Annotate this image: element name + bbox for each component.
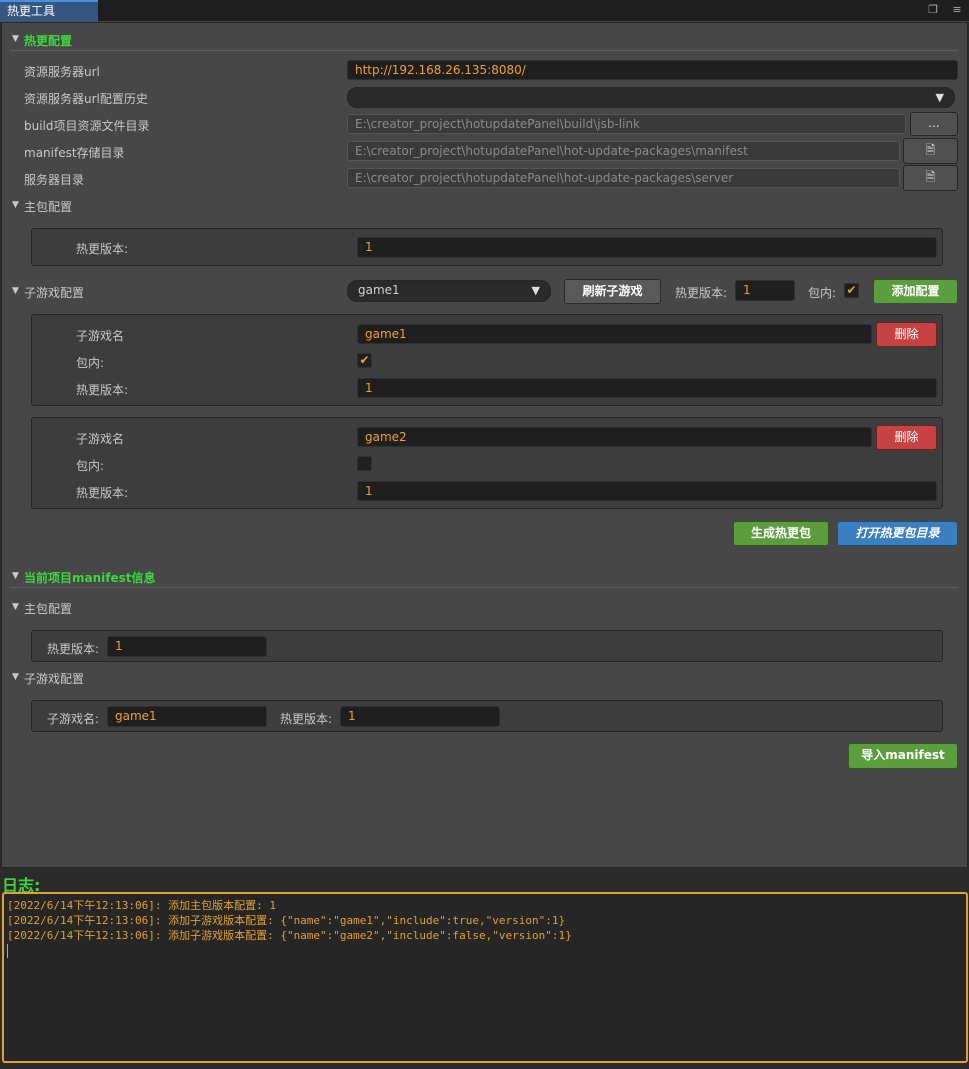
label-server-url: 资源服务器url bbox=[24, 65, 100, 79]
manifest-main-version-label: 热更版本: bbox=[47, 642, 100, 656]
subgame-name-label: 子游戏名 bbox=[76, 432, 125, 446]
delete-button[interactable]: 删除 bbox=[876, 425, 937, 450]
build-dir-input[interactable]: E:\creator_project\hotupdatePanel\build\… bbox=[347, 114, 906, 134]
subgame-name-input[interactable]: game2 bbox=[357, 427, 872, 447]
version-label: 热更版本: bbox=[76, 383, 129, 397]
collapse-arrow-icon[interactable]: ▼ bbox=[12, 34, 19, 44]
subgame-include-label: 包内: bbox=[808, 286, 837, 300]
delete-button[interactable]: 删除 bbox=[876, 322, 937, 347]
version-input[interactable]: 1 bbox=[357, 481, 937, 501]
section-title-hot-config[interactable]: 热更配置 bbox=[24, 32, 72, 49]
browse-button[interactable]: ... bbox=[910, 112, 958, 136]
import-manifest-button[interactable]: 导入manifest bbox=[848, 743, 958, 769]
manifest-main-package-title[interactable]: 主包配置 bbox=[24, 600, 72, 617]
subgame-version-label: 热更版本: bbox=[675, 286, 728, 300]
divider bbox=[10, 587, 958, 588]
dropdown-arrow-icon: ▼ bbox=[531, 284, 540, 297]
main-package-title[interactable]: 主包配置 bbox=[24, 198, 72, 215]
manifest-dir-input[interactable]: E:\creator_project\hotupdatePanel\hot-up… bbox=[347, 141, 900, 161]
generate-package-button[interactable]: 生成热更包 bbox=[733, 521, 829, 546]
collapse-arrow-icon[interactable]: ▼ bbox=[12, 602, 19, 612]
collapse-arrow-icon[interactable]: ▼ bbox=[12, 672, 19, 682]
checkmark-icon: ✔ bbox=[359, 353, 370, 367]
subgame-version-input[interactable]: 1 bbox=[735, 280, 795, 301]
collapse-arrow-icon[interactable]: ▼ bbox=[12, 200, 19, 210]
log-line: [2022/6/14下午12:13:06]: 添加子游戏版本配置: {"name… bbox=[7, 914, 566, 927]
main-version-input[interactable]: 1 bbox=[357, 237, 937, 258]
subgame-name-input[interactable]: game1 bbox=[357, 324, 872, 344]
dropdown-arrow-icon: ▼ bbox=[935, 91, 944, 104]
server-url-input[interactable]: http://192.168.26.135:8080/ bbox=[347, 60, 958, 80]
version-input[interactable]: 1 bbox=[357, 378, 937, 398]
include-label: 包内: bbox=[76, 356, 105, 370]
document-icon: 🗎 bbox=[925, 170, 936, 184]
manifest-main-version-input[interactable]: 1 bbox=[107, 636, 267, 657]
url-history-select[interactable]: ▼ bbox=[347, 87, 955, 108]
open-folder-button[interactable]: 🗎 bbox=[903, 165, 958, 191]
tab-hot-update-tool[interactable]: 热更工具 bbox=[0, 0, 98, 22]
label-url-history: 资源服务器url配置历史 bbox=[24, 92, 148, 106]
include-label: 包内: bbox=[76, 459, 105, 473]
refresh-subgame-button[interactable]: 刷新子游戏 bbox=[564, 279, 661, 304]
manifest-subgame-version-input[interactable]: 1 bbox=[340, 706, 500, 727]
checkmark-icon: ✔ bbox=[846, 283, 857, 297]
menu-icon[interactable]: ≡ bbox=[950, 3, 964, 17]
log-output[interactable]: [2022/6/14下午12:13:06]: 添加主包版本配置: 1 [2022… bbox=[2, 892, 968, 1063]
log-line: [2022/6/14下午12:13:06]: 添加子游戏版本配置: {"name… bbox=[7, 929, 572, 942]
manifest-subgame-name-input[interactable]: game1 bbox=[107, 706, 267, 727]
include-checkbox[interactable]: ✔ bbox=[357, 353, 372, 368]
main-version-label: 热更版本: bbox=[76, 242, 129, 256]
open-folder-button[interactable]: 🗎 bbox=[903, 138, 958, 164]
collapse-arrow-icon[interactable]: ▼ bbox=[12, 571, 19, 581]
subgame-include-checkbox[interactable]: ✔ bbox=[844, 283, 859, 298]
tab-bar bbox=[0, 0, 969, 22]
document-icon: 🗎 bbox=[925, 143, 936, 157]
popout-icon[interactable]: ❐ bbox=[926, 3, 940, 17]
subgame-select-value: game1 bbox=[358, 283, 400, 297]
label-manifest-dir: manifest存储目录 bbox=[24, 146, 125, 160]
add-config-button[interactable]: 添加配置 bbox=[873, 279, 958, 304]
version-label: 热更版本: bbox=[76, 486, 129, 500]
subgame-select[interactable]: game1 ▼ bbox=[347, 280, 551, 302]
subgame-title[interactable]: 子游戏配置 bbox=[24, 284, 84, 301]
label-build-dir: build项目资源文件目录 bbox=[24, 119, 150, 133]
include-checkbox[interactable] bbox=[357, 456, 372, 471]
manifest-subgame-name-label: 子游戏名: bbox=[47, 712, 100, 726]
text-cursor bbox=[7, 944, 8, 958]
manifest-subgame-version-label: 热更版本: bbox=[280, 712, 333, 726]
section-title-manifest-info[interactable]: 当前项目manifest信息 bbox=[24, 569, 156, 586]
open-package-dir-button[interactable]: 打开热更包目录 bbox=[837, 521, 958, 546]
subgame-name-label: 子游戏名 bbox=[76, 329, 125, 343]
server-dir-input[interactable]: E:\creator_project\hotupdatePanel\hot-up… bbox=[347, 168, 900, 188]
log-line: [2022/6/14下午12:13:06]: 添加主包版本配置: 1 bbox=[7, 899, 276, 912]
collapse-arrow-icon[interactable]: ▼ bbox=[12, 286, 19, 296]
divider bbox=[10, 50, 958, 51]
label-server-dir: 服务器目录 bbox=[24, 173, 85, 187]
manifest-subgame-title[interactable]: 子游戏配置 bbox=[24, 670, 84, 687]
